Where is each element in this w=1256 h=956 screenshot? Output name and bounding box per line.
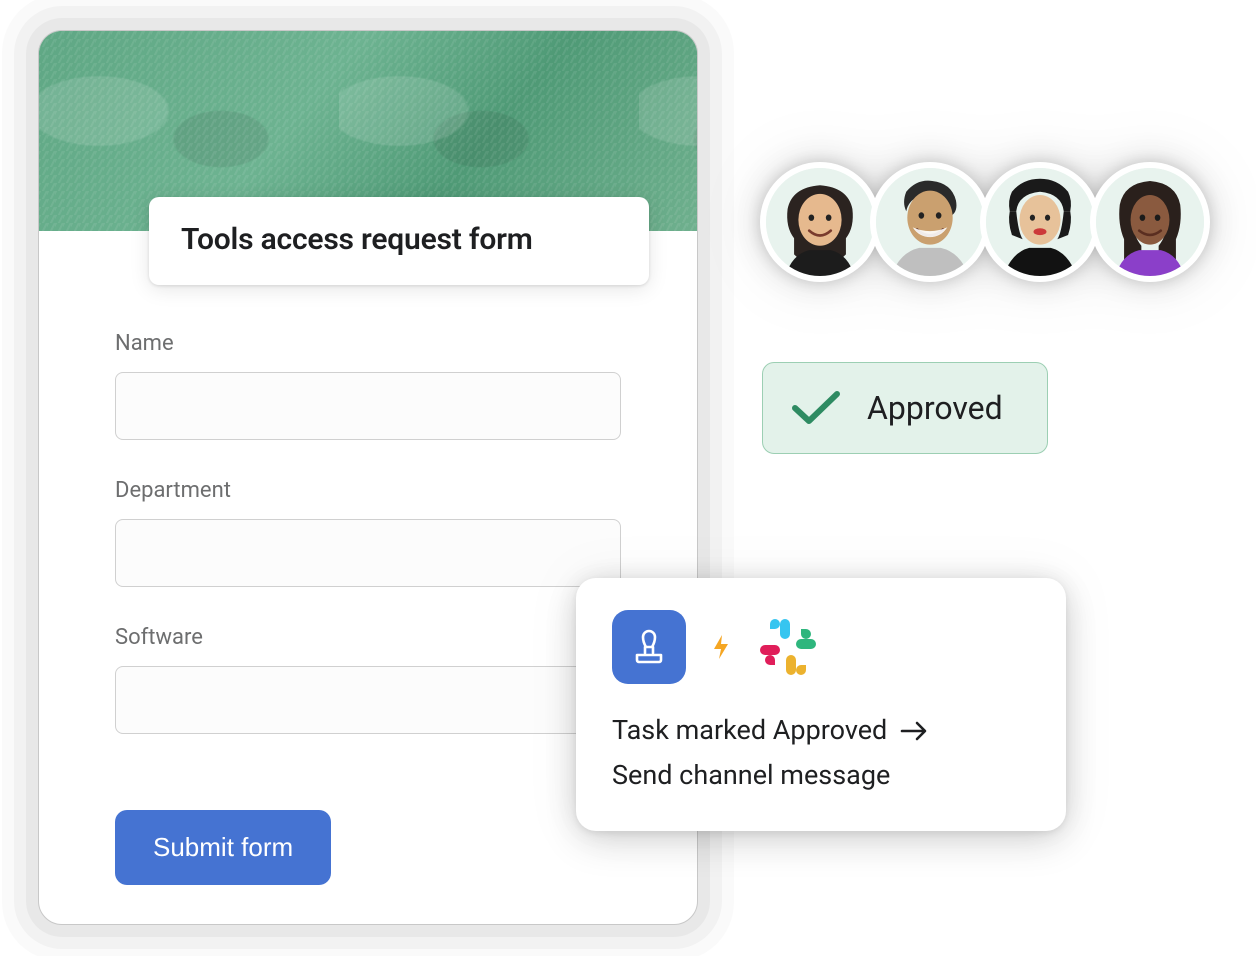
department-input[interactable] <box>115 519 621 587</box>
avatar-1 <box>760 162 880 282</box>
automation-line-1: Task marked Approved <box>612 710 1030 755</box>
stamp-icon <box>612 610 686 684</box>
arrow-right-icon <box>900 713 928 755</box>
name-input[interactable] <box>115 372 621 440</box>
person-icon <box>876 168 984 276</box>
person-icon <box>766 168 874 276</box>
department-label: Department <box>115 478 621 503</box>
avatar-2 <box>870 162 990 282</box>
automation-card: Task marked Approved Send channel messag… <box>576 578 1066 831</box>
software-input[interactable] <box>115 666 621 734</box>
field-software: Software <box>115 625 621 734</box>
approved-label: Approved <box>867 389 1003 427</box>
check-icon <box>791 390 841 426</box>
person-icon <box>1096 168 1204 276</box>
bolt-icon <box>710 633 732 661</box>
name-label: Name <box>115 331 621 356</box>
automation-text: Task marked Approved Send channel messag… <box>612 710 1030 797</box>
approved-badge: Approved <box>762 362 1048 454</box>
slack-icon <box>756 615 820 679</box>
avatar-group <box>760 162 1210 282</box>
avatar-4 <box>1090 162 1210 282</box>
form-title-card: Tools access request form <box>149 197 649 285</box>
form-title: Tools access request form <box>181 222 617 257</box>
automation-line-2: Send channel message <box>612 755 1030 797</box>
person-icon <box>986 168 1094 276</box>
field-department: Department <box>115 478 621 587</box>
field-name: Name <box>115 331 621 440</box>
software-label: Software <box>115 625 621 650</box>
submit-form-button[interactable]: Submit form <box>115 810 331 885</box>
automation-icons <box>612 610 1030 684</box>
automation-line-1-text: Task marked Approved <box>612 714 887 746</box>
avatar-3 <box>980 162 1100 282</box>
